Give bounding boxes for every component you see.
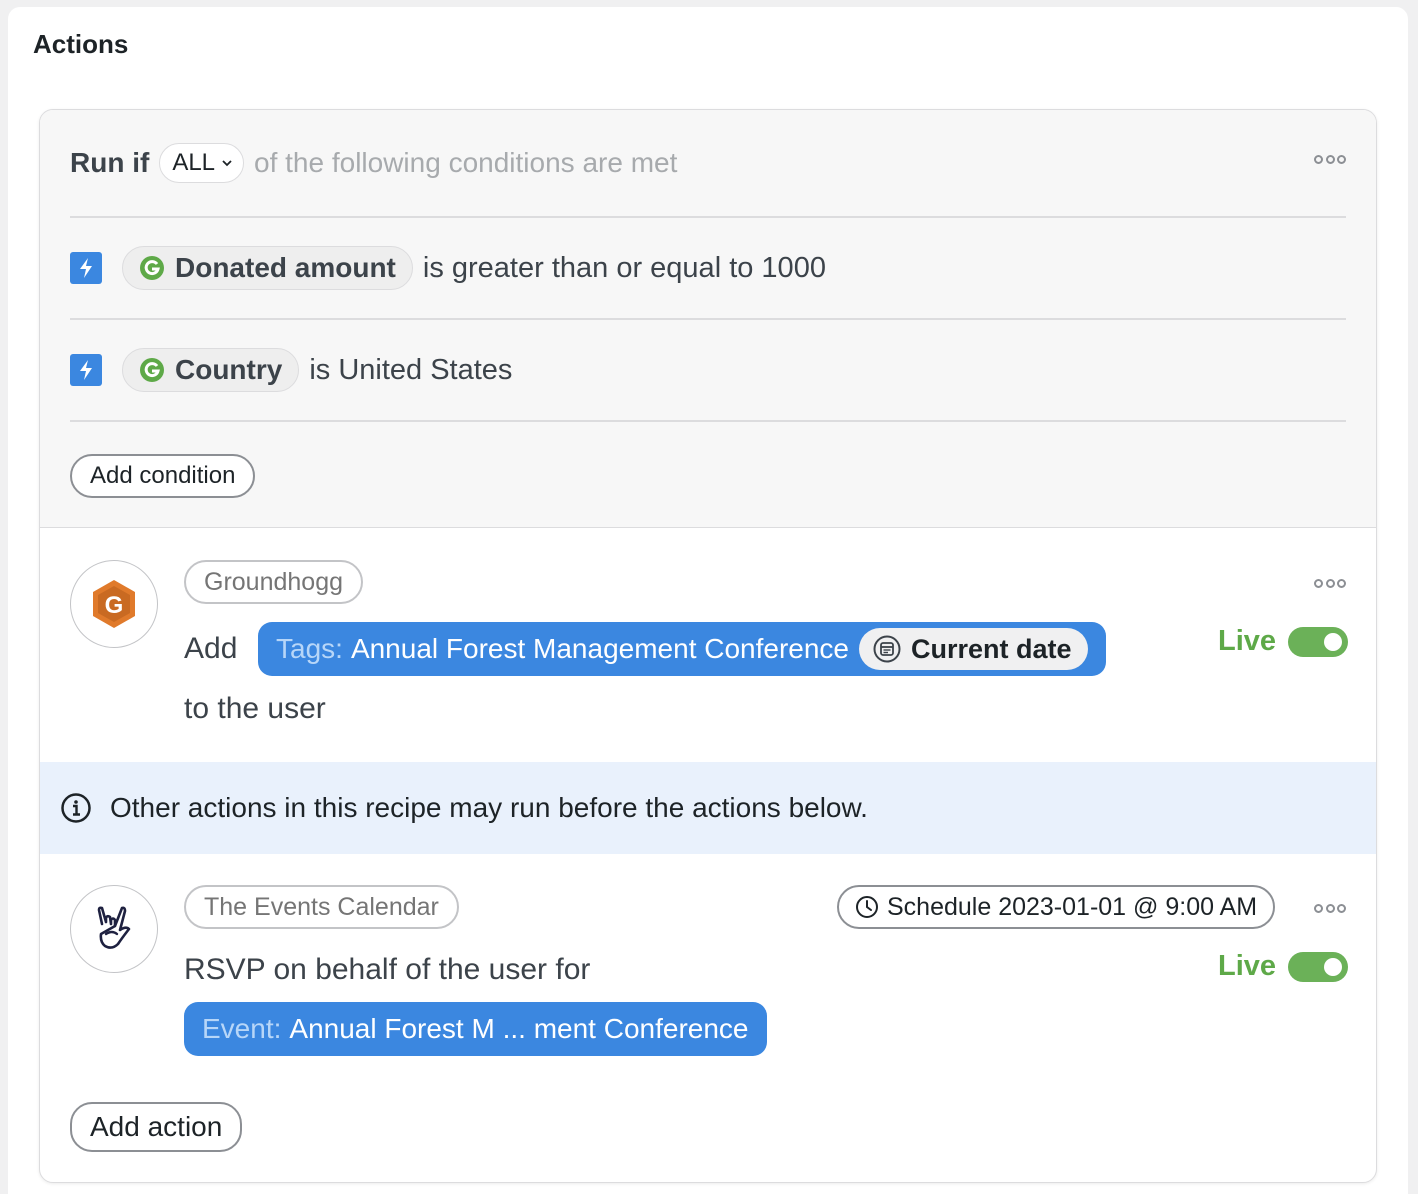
- add-action-button[interactable]: Add action: [70, 1102, 243, 1152]
- live-label: Live: [1218, 950, 1277, 982]
- schedule-button[interactable]: Schedule 2023-01-01 @ 9:00 AM: [837, 885, 1276, 929]
- schedule-label: Schedule 2023-01-01 @ 9:00 AM: [887, 892, 1258, 921]
- chevron-down-icon: [222, 160, 232, 167]
- event-token[interactable]: Event: Annual Forest M ... ment Conferen…: [184, 1002, 767, 1056]
- token-key: Event:: [202, 1013, 282, 1044]
- groundhogg-icon: [140, 358, 164, 382]
- condition-field-label: Country: [175, 354, 283, 385]
- groundhogg-avatar: G: [70, 560, 158, 648]
- action-more-icon[interactable]: [1314, 903, 1346, 913]
- integration-pill: Groundhogg: [184, 560, 364, 604]
- divider: [70, 420, 1346, 422]
- groundhogg-icon: [140, 256, 164, 280]
- current-date-chip[interactable]: Current date: [859, 628, 1088, 670]
- condition-row[interactable]: Donated amount is greater than or equal …: [70, 246, 826, 290]
- condition-field-label: Donated amount: [175, 252, 396, 283]
- condition-rule: is greater than or equal to 1000: [422, 251, 826, 284]
- add-condition-button[interactable]: Add condition: [70, 454, 256, 498]
- date-chip-label: Current date: [911, 633, 1072, 664]
- conditions-block: Run if ALL of the following conditions a…: [40, 110, 1376, 528]
- integration-pill: The Events Calendar: [184, 885, 459, 929]
- action-sentence: RSVP on behalf of the user for: [184, 953, 591, 986]
- notice-text: Other actions in this recipe may run bef…: [110, 792, 868, 823]
- divider: [70, 216, 1346, 218]
- bolt-icon: [70, 354, 102, 386]
- rock-hand-icon: [97, 906, 131, 949]
- info-notice: Other actions in this recipe may run bef…: [40, 762, 1376, 854]
- panel-title: Actions: [33, 29, 129, 59]
- events-calendar-avatar: [70, 885, 158, 973]
- action-more-icon[interactable]: [1314, 578, 1346, 588]
- live-label: Live: [1218, 625, 1277, 657]
- token-value: Annual Forest M ... ment Conference: [289, 1013, 749, 1044]
- action-verb: Add: [184, 632, 238, 665]
- run-if-suffix: of the following conditions are met: [254, 147, 678, 178]
- actions-panel: Actions Run if ALL of the following cond…: [8, 7, 1408, 1194]
- tags-token[interactable]: Tags: Annual Forest Management Conferenc…: [258, 622, 1106, 676]
- svg-text:G: G: [105, 592, 124, 619]
- recipe-actions-card: Run if ALL of the following conditions a…: [39, 109, 1377, 1183]
- conditions-more-icon[interactable]: [1314, 154, 1346, 164]
- run-if-label: Run if: [70, 147, 150, 178]
- calendar-icon: [873, 635, 901, 663]
- live-status[interactable]: Live: [1218, 950, 1349, 983]
- condition-field-token[interactable]: Donated amount: [122, 246, 413, 290]
- live-toggle[interactable]: [1288, 951, 1349, 982]
- condition-rule: is United States: [309, 353, 513, 386]
- action-suffix: to the user: [184, 692, 326, 725]
- groundhogg-logo-icon: G: [93, 580, 135, 628]
- live-status[interactable]: Live: [1218, 625, 1349, 658]
- token-value: Annual Forest Management Conference: [350, 633, 850, 664]
- live-toggle[interactable]: [1288, 626, 1349, 657]
- info-icon: [61, 793, 91, 823]
- run-if-row: Run if ALL of the following conditions a…: [70, 142, 1346, 184]
- clock-icon: [856, 896, 878, 918]
- bolt-icon: [70, 252, 102, 284]
- divider: [70, 318, 1346, 320]
- match-mode-select[interactable]: ALL: [159, 143, 245, 183]
- match-mode-value: ALL: [172, 149, 216, 176]
- condition-field-token[interactable]: Country: [122, 348, 300, 392]
- condition-row[interactable]: Country is United States: [70, 348, 512, 392]
- token-key: Tags:: [276, 633, 343, 664]
